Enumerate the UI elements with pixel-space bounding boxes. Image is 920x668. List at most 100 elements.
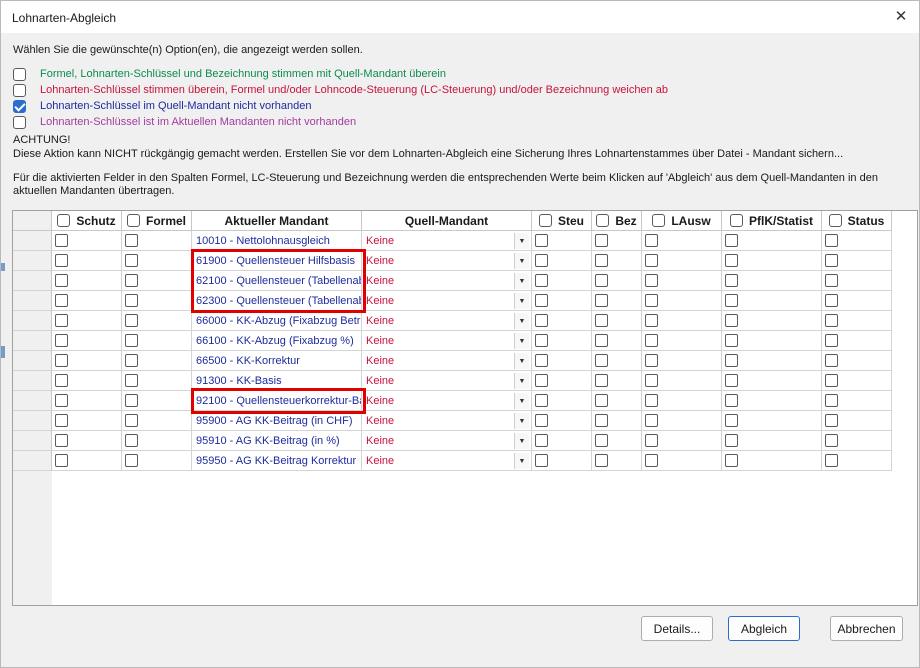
formel-checkbox[interactable] <box>125 314 138 327</box>
quell-mandant-select[interactable]: Keine ▼ <box>362 231 532 251</box>
quell-mandant-select[interactable]: Keine ▼ <box>362 371 532 391</box>
lausw-checkbox[interactable] <box>645 294 658 307</box>
lausw-checkbox[interactable] <box>645 314 658 327</box>
dropdown-arrow-icon[interactable]: ▼ <box>514 393 529 409</box>
schutz-checkbox[interactable] <box>55 294 68 307</box>
schutz-checkbox[interactable] <box>55 234 68 247</box>
steu-checkbox[interactable] <box>535 274 548 287</box>
steu-checkbox[interactable] <box>535 394 548 407</box>
bez-checkbox[interactable] <box>595 314 608 327</box>
status-checkbox[interactable] <box>825 334 838 347</box>
row-header-cell[interactable] <box>13 411 52 431</box>
lausw-checkbox[interactable] <box>645 374 658 387</box>
quell-mandant-select[interactable]: Keine ▼ <box>362 271 532 291</box>
column-header-rowhdr[interactable] <box>13 211 52 231</box>
dropdown-arrow-icon[interactable]: ▼ <box>514 453 529 469</box>
option-checkbox[interactable] <box>13 115 26 129</box>
status-checkbox[interactable] <box>825 454 838 467</box>
row-header-cell[interactable] <box>13 291 52 311</box>
row-header-cell[interactable] <box>13 331 52 351</box>
status-checkbox[interactable] <box>825 234 838 247</box>
column-header-lausw[interactable]: LAusw <box>642 211 722 231</box>
lausw-checkbox[interactable] <box>645 354 658 367</box>
dropdown-arrow-icon[interactable]: ▼ <box>514 353 529 369</box>
formel-checkbox[interactable] <box>125 294 138 307</box>
schutz-checkbox[interactable] <box>55 254 68 267</box>
steu-checkbox[interactable] <box>535 294 548 307</box>
pfk-checkbox[interactable] <box>725 314 738 327</box>
schutz-checkbox[interactable] <box>55 394 68 407</box>
pfk-checkbox[interactable] <box>725 234 738 247</box>
schutz-checkbox[interactable] <box>55 314 68 327</box>
pfk-checkbox[interactable] <box>725 394 738 407</box>
header-checkbox[interactable] <box>729 214 743 227</box>
bez-checkbox[interactable] <box>595 274 608 287</box>
schutz-checkbox[interactable] <box>55 434 68 447</box>
status-checkbox[interactable] <box>825 374 838 387</box>
lausw-checkbox[interactable] <box>645 234 658 247</box>
pfk-checkbox[interactable] <box>725 434 738 447</box>
column-header-bez[interactable]: Bez <box>592 211 642 231</box>
quell-mandant-select[interactable]: Keine ▼ <box>362 391 532 411</box>
schutz-checkbox[interactable] <box>55 354 68 367</box>
bez-checkbox[interactable] <box>595 374 608 387</box>
bez-checkbox[interactable] <box>595 434 608 447</box>
lausw-checkbox[interactable] <box>645 414 658 427</box>
option-missing-in-source[interactable]: Lohnarten-Schlüssel im Quell-Mandant nic… <box>13 99 312 113</box>
bez-checkbox[interactable] <box>595 294 608 307</box>
quell-mandant-select[interactable]: Keine ▼ <box>362 431 532 451</box>
column-header-schutz[interactable]: Schutz <box>52 211 122 231</box>
lausw-checkbox[interactable] <box>645 274 658 287</box>
formel-checkbox[interactable] <box>125 354 138 367</box>
bez-checkbox[interactable] <box>595 394 608 407</box>
formel-checkbox[interactable] <box>125 274 138 287</box>
bez-checkbox[interactable] <box>595 334 608 347</box>
dropdown-arrow-icon[interactable]: ▼ <box>514 293 529 309</box>
bez-checkbox[interactable] <box>595 354 608 367</box>
pfk-checkbox[interactable] <box>725 374 738 387</box>
column-header-status[interactable]: Status <box>822 211 892 231</box>
option-differing[interactable]: Lohnarten-Schlüssel stimmen überein, For… <box>13 83 668 97</box>
steu-checkbox[interactable] <box>535 414 548 427</box>
dropdown-arrow-icon[interactable]: ▼ <box>514 333 529 349</box>
bez-checkbox[interactable] <box>595 254 608 267</box>
status-checkbox[interactable] <box>825 274 838 287</box>
column-header-pfk[interactable]: PflK/Statist <box>722 211 822 231</box>
formel-checkbox[interactable] <box>125 434 138 447</box>
formel-checkbox[interactable] <box>125 374 138 387</box>
formel-checkbox[interactable] <box>125 234 138 247</box>
status-checkbox[interactable] <box>825 294 838 307</box>
status-checkbox[interactable] <box>825 354 838 367</box>
dropdown-arrow-icon[interactable]: ▼ <box>514 233 529 249</box>
row-header-cell[interactable] <box>13 271 52 291</box>
row-header-cell[interactable] <box>13 451 52 471</box>
option-checkbox[interactable] <box>13 83 26 97</box>
quell-mandant-select[interactable]: Keine ▼ <box>362 411 532 431</box>
bez-checkbox[interactable] <box>595 414 608 427</box>
row-header-cell[interactable] <box>13 431 52 451</box>
lausw-checkbox[interactable] <box>645 334 658 347</box>
status-checkbox[interactable] <box>825 414 838 427</box>
pfk-checkbox[interactable] <box>725 274 738 287</box>
dropdown-arrow-icon[interactable]: ▼ <box>514 273 529 289</box>
abbrechen-button[interactable]: Abbrechen <box>830 616 903 641</box>
row-header-cell[interactable] <box>13 391 52 411</box>
header-checkbox[interactable] <box>828 214 842 227</box>
column-header-aktuell[interactable]: Aktueller Mandant <box>192 211 362 231</box>
status-checkbox[interactable] <box>825 434 838 447</box>
dropdown-arrow-icon[interactable]: ▼ <box>514 373 529 389</box>
formel-checkbox[interactable] <box>125 414 138 427</box>
schutz-checkbox[interactable] <box>55 334 68 347</box>
steu-checkbox[interactable] <box>535 354 548 367</box>
steu-checkbox[interactable] <box>535 314 548 327</box>
quell-mandant-select[interactable]: Keine ▼ <box>362 251 532 271</box>
pfk-checkbox[interactable] <box>725 294 738 307</box>
header-checkbox[interactable] <box>57 214 71 227</box>
pfk-checkbox[interactable] <box>725 334 738 347</box>
option-checkbox[interactable] <box>13 67 26 81</box>
quell-mandant-select[interactable]: Keine ▼ <box>362 451 532 471</box>
dropdown-arrow-icon[interactable]: ▼ <box>514 253 529 269</box>
steu-checkbox[interactable] <box>535 454 548 467</box>
row-header-cell[interactable] <box>13 251 52 271</box>
steu-checkbox[interactable] <box>535 434 548 447</box>
